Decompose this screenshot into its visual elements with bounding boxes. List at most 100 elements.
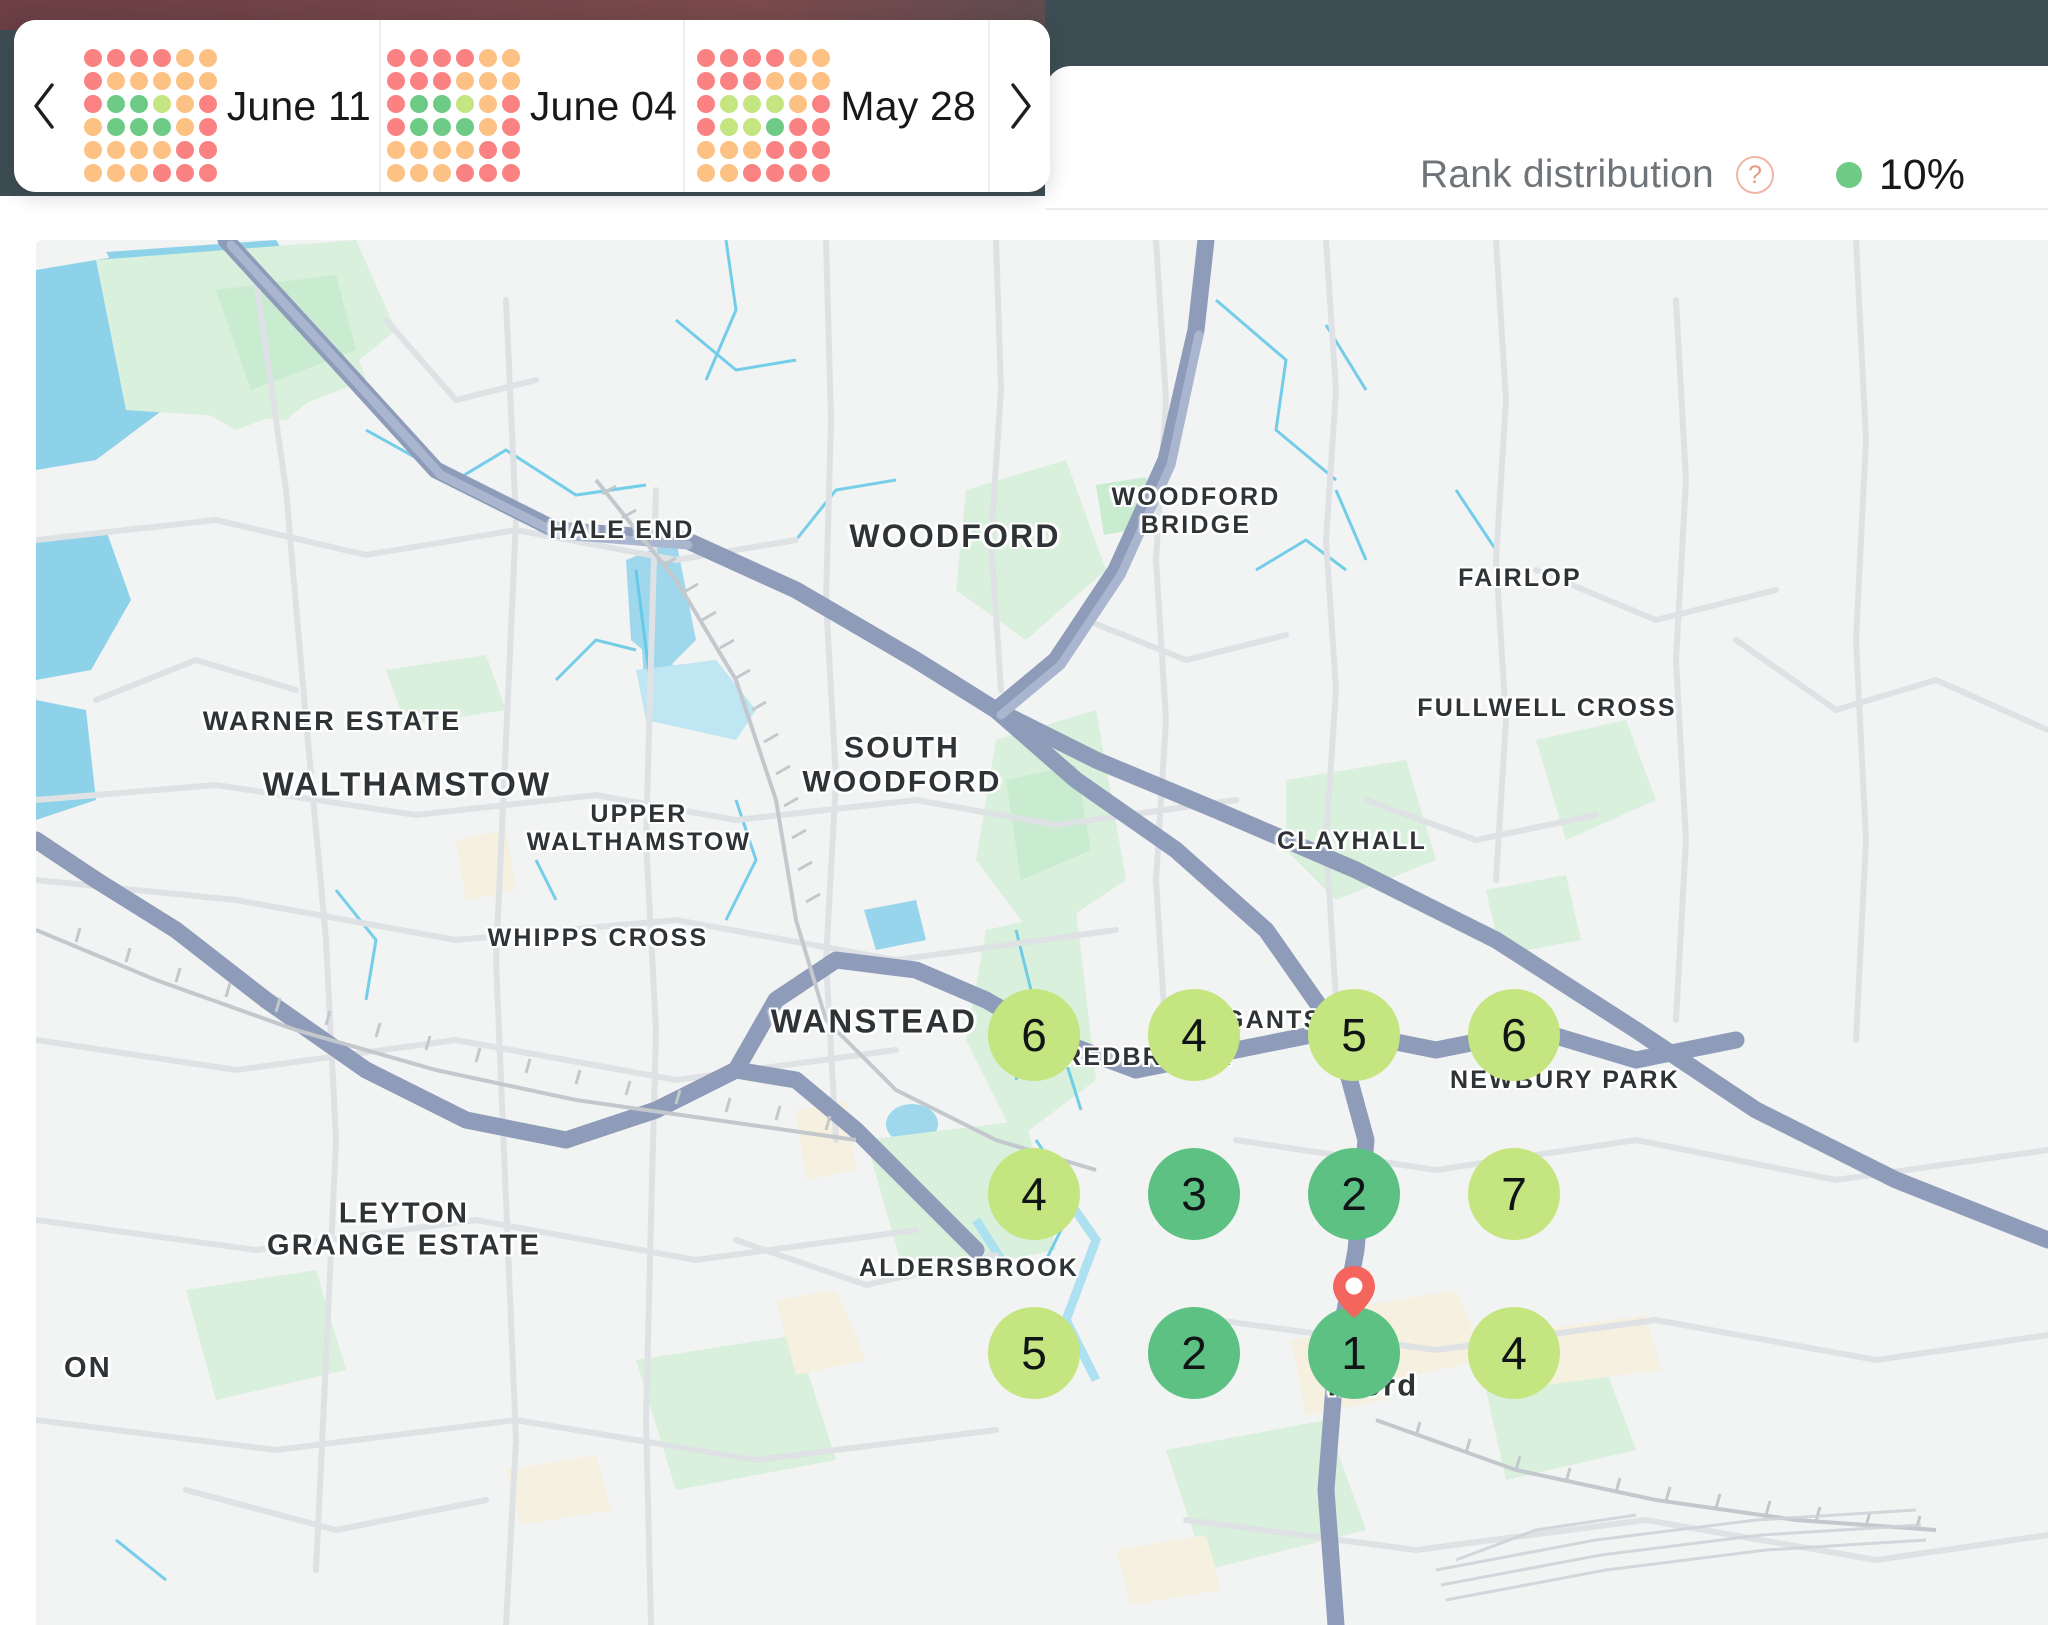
rank-grid-dot <box>432 71 451 90</box>
rank-grid-dot <box>501 140 520 159</box>
rank-grid-dot <box>386 71 405 90</box>
map-rank-marker[interactable]: 2 <box>1148 1307 1240 1399</box>
rank-grid-dot <box>478 140 497 159</box>
rank-grid-dot <box>501 94 520 113</box>
chevron-left-icon[interactable] <box>14 20 76 192</box>
rank-grid-dot <box>152 117 171 136</box>
rank-grid-dot <box>409 140 428 159</box>
rank-grid-dot <box>766 94 785 113</box>
rank-grid-dot <box>152 140 171 159</box>
rank-grid-dot <box>198 140 217 159</box>
rank-grid-dot <box>198 117 217 136</box>
rank-grid-dot <box>198 48 217 67</box>
rank-grid-dot <box>766 140 785 159</box>
rank-grid-dot <box>386 117 405 136</box>
map-basemap <box>36 240 2048 1625</box>
map-rank-marker[interactable]: 5 <box>988 1307 1080 1399</box>
rank-grid-dot <box>720 48 739 67</box>
app-window: Rank distribution ? 10% June 11 June 04 Ma… <box>0 0 2048 1625</box>
rank-grid-dot <box>478 48 497 67</box>
map-rank-marker[interactable]: 7 <box>1468 1148 1560 1240</box>
map-rank-marker[interactable]: 4 <box>1148 989 1240 1081</box>
carousel-date-item[interactable]: May 28 <box>683 20 988 192</box>
rank-grid-dot <box>175 140 194 159</box>
map-rank-marker[interactable]: 3 <box>1148 1148 1240 1240</box>
rank-map[interactable]: HALE END WOODFORD WOODFORD BRIDGE FAIRLOP WA… <box>36 240 2048 1625</box>
map-rank-marker[interactable]: 6 <box>988 989 1080 1081</box>
rank-grid-dot <box>129 71 148 90</box>
rank-grid-dot <box>455 71 474 90</box>
rank-grid-dot <box>478 71 497 90</box>
question-mark-icon[interactable]: ? <box>1735 156 1774 194</box>
rank-grid-dot <box>106 163 125 182</box>
rank-grid-dot <box>432 163 451 182</box>
map-rank-marker[interactable]: 2 <box>1308 1148 1400 1240</box>
rank-grid-dot <box>501 71 520 90</box>
rank-distribution-grid <box>83 48 217 182</box>
rank-grid-dot <box>501 117 520 136</box>
rank-grid-dot <box>812 94 831 113</box>
rank-grid-dot <box>175 94 194 113</box>
rank-grid-dot <box>129 163 148 182</box>
rank-grid-dot <box>743 71 762 90</box>
rank-grid-dot <box>455 163 474 182</box>
rank-grid-dot <box>106 71 125 90</box>
rank-grid-dot <box>83 48 102 67</box>
rank-grid-dot <box>478 94 497 113</box>
rank-grid-dot <box>198 94 217 113</box>
rank-grid-dot <box>812 163 831 182</box>
rank-grid-dot <box>83 140 102 159</box>
rank-grid-dot <box>697 71 716 90</box>
map-rank-marker[interactable]: 4 <box>988 1148 1080 1240</box>
rank-grid-dot <box>766 48 785 67</box>
rank-grid-dot <box>129 94 148 113</box>
rank-grid-dot <box>106 117 125 136</box>
rank-grid-dot <box>720 117 739 136</box>
rank-grid-dot <box>501 163 520 182</box>
rank-grid-dot <box>812 71 831 90</box>
rank-grid-dot <box>743 48 762 67</box>
rank-grid-dot <box>83 163 102 182</box>
map-rank-marker[interactable]: 6 <box>1468 989 1560 1081</box>
panel-divider <box>1045 208 2048 210</box>
rank-grid-dot <box>812 48 831 67</box>
rank-grid-dot <box>432 48 451 67</box>
rank-grid-dot <box>409 163 428 182</box>
rank-distribution-grid <box>697 48 831 182</box>
rank-grid-dot <box>409 94 428 113</box>
rank-grid-dot <box>720 140 739 159</box>
rank-grid-dot <box>478 163 497 182</box>
carousel-date-item[interactable]: June 04 <box>378 20 684 192</box>
rank-grid-dot <box>175 48 194 67</box>
map-rank-marker[interactable]: 4 <box>1468 1307 1560 1399</box>
rank-grid-dot <box>198 71 217 90</box>
rank-grid-dot <box>83 71 102 90</box>
rank-grid-dot <box>175 71 194 90</box>
rank-grid-dot <box>766 71 785 90</box>
rank-grid-dot <box>432 117 451 136</box>
rank-grid-dot <box>697 140 716 159</box>
rank-grid-dot <box>129 48 148 67</box>
rank-grid-dot <box>720 163 739 182</box>
rank-grid-dot <box>83 117 102 136</box>
chevron-right-icon[interactable] <box>988 20 1050 192</box>
map-rank-marker[interactable]: 5 <box>1308 989 1400 1081</box>
rank-grid-dot <box>175 163 194 182</box>
rank-grid-dot <box>743 163 762 182</box>
rank-grid-dot <box>455 48 474 67</box>
rank-legend: 10% <box>1835 151 1965 200</box>
carousel-date-item[interactable]: June 11 <box>76 20 379 192</box>
location-pin-icon[interactable] <box>1325 1263 1383 1321</box>
carousel-date-label: May 28 <box>840 82 976 129</box>
rank-grid-dot <box>720 94 739 113</box>
rank-grid-dot <box>697 94 716 113</box>
rank-grid-dot <box>432 94 451 113</box>
rank-grid-dot <box>386 163 405 182</box>
rank-grid-dot <box>455 140 474 159</box>
date-carousel: June 11 June 04 May 28 <box>14 20 1050 192</box>
rank-grid-dot <box>812 140 831 159</box>
rank-grid-dot <box>766 117 785 136</box>
rank-grid-dot <box>386 140 405 159</box>
rank-grid-dot <box>129 140 148 159</box>
rank-grid-dot <box>501 48 520 67</box>
